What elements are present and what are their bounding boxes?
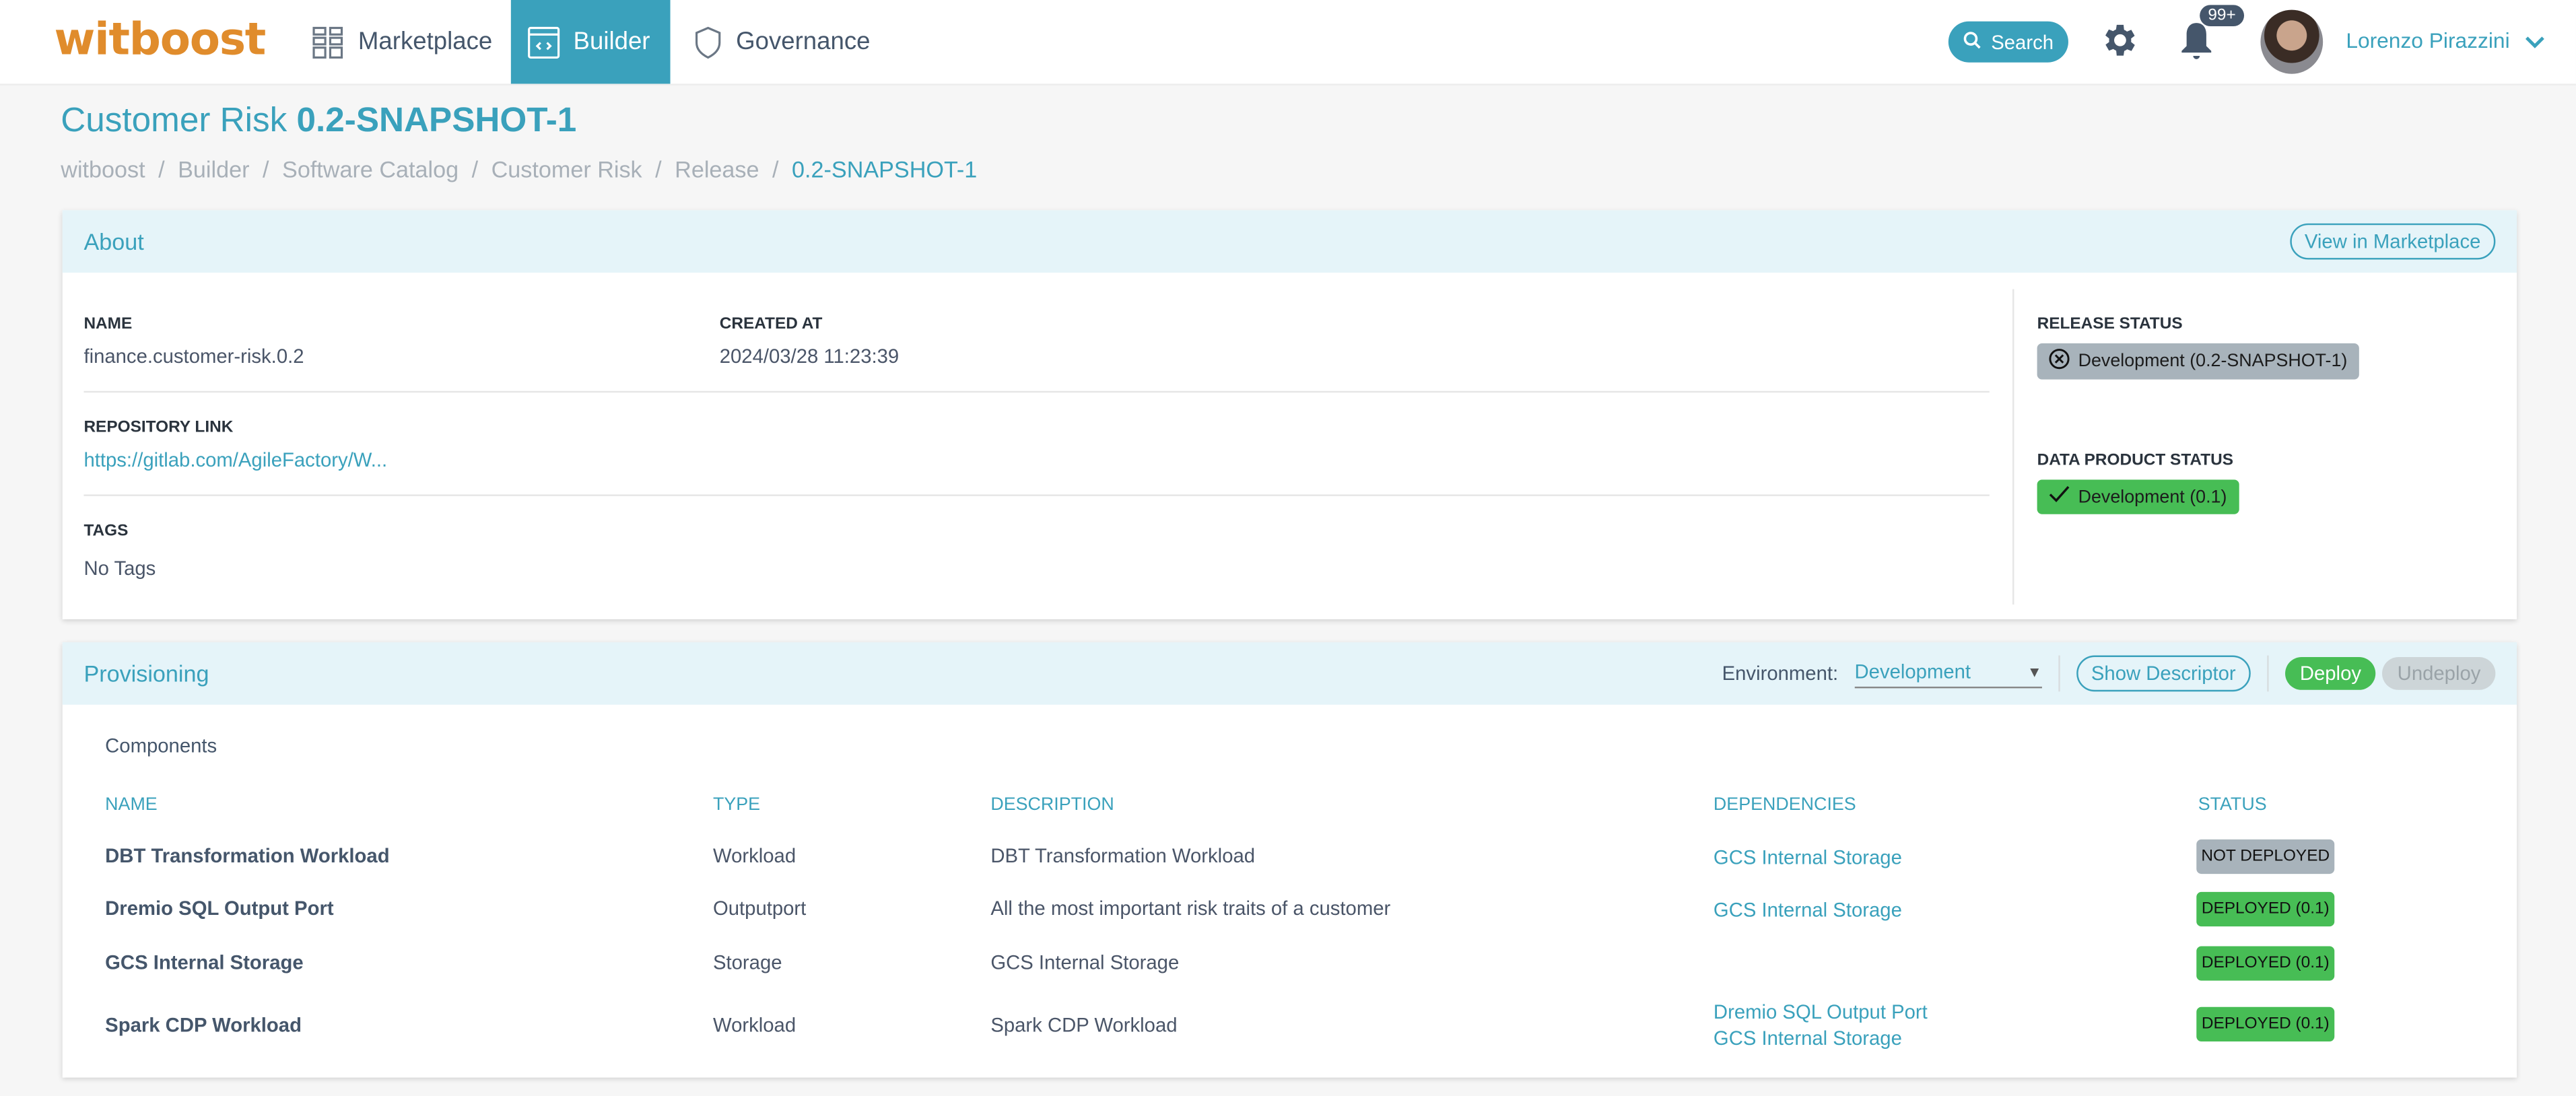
column-header-status[interactable]: STATUS (2198, 795, 2267, 815)
breadcrumb-separator: / (158, 156, 165, 182)
dependency-link[interactable]: GCS Internal Storage (1714, 844, 1902, 870)
separator (2058, 655, 2060, 692)
column-header-dependencies[interactable]: DEPENDENCIES (1714, 795, 1856, 815)
dependency-link[interactable]: GCS Internal Storage (1714, 897, 1902, 923)
component-type: Workload (712, 1013, 796, 1037)
about-header: About View in Marketplace (62, 210, 2517, 273)
component-type: Outputport (712, 897, 807, 920)
column-header-description[interactable]: DESCRIPTION (990, 795, 1114, 815)
component-name[interactable]: DBT Transformation Workload (105, 844, 389, 867)
tags-label: TAGS (83, 522, 129, 541)
nav-governance-label: Governance (736, 28, 871, 56)
show-descriptor-button[interactable]: Show Descriptor (2076, 655, 2251, 692)
breadcrumb-item[interactable]: Release (675, 156, 759, 182)
cancel-circle-icon (2049, 348, 2070, 374)
provisioning-card: Provisioning Environment: Development ▼ … (62, 642, 2517, 1078)
component-name[interactable]: Spark CDP Workload (105, 1013, 302, 1036)
environment-value: Development (1854, 659, 1971, 683)
name-value: finance.customer-risk.0.2 (83, 345, 304, 368)
column-header-type[interactable]: TYPE (713, 795, 760, 815)
created-at-label: CREATED AT (719, 315, 823, 334)
nav-builder[interactable]: Builder (510, 0, 671, 84)
breadcrumb-separator: / (471, 156, 479, 182)
chevron-down-icon[interactable] (2525, 30, 2544, 59)
undeploy-button[interactable]: Undeploy (2382, 657, 2496, 690)
created-at-value: 2024/03/28 11:23:39 (719, 345, 900, 368)
divider (83, 390, 1990, 393)
tags-value: No Tags (83, 557, 156, 580)
view-in-marketplace-button[interactable]: View in Marketplace (2289, 223, 2496, 260)
breadcrumb-separator: / (263, 156, 269, 182)
status-badge: DEPLOYED (0.1) (2196, 891, 2335, 927)
check-icon (2049, 485, 2070, 510)
status-badge: NOT DEPLOYED (2196, 839, 2335, 875)
component-type: Storage (712, 951, 782, 974)
provisioning-title: Provisioning (83, 660, 209, 687)
data-product-status-chip: Development (0.1) (2037, 479, 2239, 514)
breadcrumb-current: 0.2-SNAPSHOT-1 (792, 156, 978, 182)
breadcrumb-item[interactable]: witboost (61, 156, 145, 182)
repository-link[interactable]: https://gitlab.com/AgileFactory/W... (83, 448, 387, 471)
user-name[interactable]: Lorenzo Pirazzini (2346, 28, 2509, 53)
search-button[interactable]: Search (1948, 21, 2068, 63)
dropdown-arrow-icon: ▼ (2027, 662, 2042, 679)
app-root: witboost Marketplace Builder Governance … (0, 0, 2576, 1096)
search-label: Search (1991, 30, 2054, 54)
breadcrumb: witboost / Builder / Software Catalog / Cus… (61, 156, 977, 182)
provisioning-controls: Environment: Development ▼ Show Descript… (1722, 642, 2496, 705)
code-icon (527, 26, 560, 59)
component-name[interactable]: Dremio SQL Output Port (105, 897, 333, 920)
breadcrumb-item[interactable]: Builder (178, 156, 249, 182)
component-description: DBT Transformation Workload (990, 844, 1256, 868)
release-status-value: Development (0.2-SNAPSHOT-1) (2078, 351, 2348, 372)
notifications-bell-icon[interactable] (2178, 20, 2214, 71)
dependency-link[interactable]: GCS Internal Storage (1714, 1025, 1902, 1052)
page-title: Customer Risk 0.2-SNAPSHOT-1 (61, 102, 576, 141)
breadcrumb-item[interactable]: Software Catalog (282, 156, 459, 182)
nav-builder-label: Builder (573, 28, 650, 56)
component-type: Workload (712, 844, 796, 868)
release-status-label: RELEASE STATUS (2037, 315, 2183, 334)
breadcrumb-separator: / (772, 156, 779, 182)
vertical-divider (2012, 289, 2014, 605)
environment-select[interactable]: Development ▼ (1854, 659, 2042, 688)
page-title-name: Customer Risk (61, 102, 287, 140)
nav-marketplace-label: Marketplace (358, 28, 493, 56)
about-title: About (83, 228, 144, 255)
page-title-version: 0.2-SNAPSHOT-1 (296, 102, 577, 140)
separator (2267, 655, 2269, 692)
components-title: Components (105, 734, 217, 757)
name-label: NAME (83, 315, 133, 334)
component-description: All the most important risk traits of a … (990, 897, 1391, 920)
grid-icon (312, 26, 345, 59)
notification-count-badge: 99+ (2200, 5, 2244, 27)
component-description: GCS Internal Storage (990, 951, 1180, 974)
about-card: About View in Marketplace NAME finance.c… (62, 210, 2517, 619)
status-badge: DEPLOYED (0.1) (2196, 1006, 2335, 1041)
release-status-chip: Development (0.2-SNAPSHOT-1) (2037, 343, 2359, 380)
user-avatar[interactable] (2260, 9, 2324, 74)
top-bar: witboost Marketplace Builder Governance … (0, 0, 2576, 85)
provisioning-header: Provisioning Environment: Development ▼ … (62, 642, 2517, 705)
repository-link-label: REPOSITORY LINK (83, 419, 234, 438)
divider (83, 494, 1990, 496)
column-header-name[interactable]: NAME (105, 795, 158, 815)
status-badge: DEPLOYED (0.1) (2196, 946, 2335, 981)
breadcrumb-separator: / (655, 156, 662, 182)
deploy-button[interactable]: Deploy (2284, 657, 2376, 690)
search-icon (1963, 30, 1981, 53)
witboost-logo[interactable]: witboost (55, 15, 267, 66)
environment-label: Environment: (1722, 662, 1839, 685)
gear-icon[interactable] (2098, 20, 2139, 69)
data-product-status-value: Development (0.1) (2078, 487, 2227, 507)
breadcrumb-item[interactable]: Customer Risk (492, 156, 642, 182)
data-product-status-label: DATA PRODUCT STATUS (2037, 452, 2234, 470)
component-name[interactable]: GCS Internal Storage (105, 951, 304, 974)
dependency-link[interactable]: Dremio SQL Output Port (1714, 999, 1928, 1025)
nav-governance[interactable]: Governance (677, 0, 887, 83)
shield-icon (693, 26, 723, 59)
nav-marketplace[interactable]: Marketplace (296, 0, 508, 83)
component-description: Spark CDP Workload (990, 1013, 1178, 1037)
